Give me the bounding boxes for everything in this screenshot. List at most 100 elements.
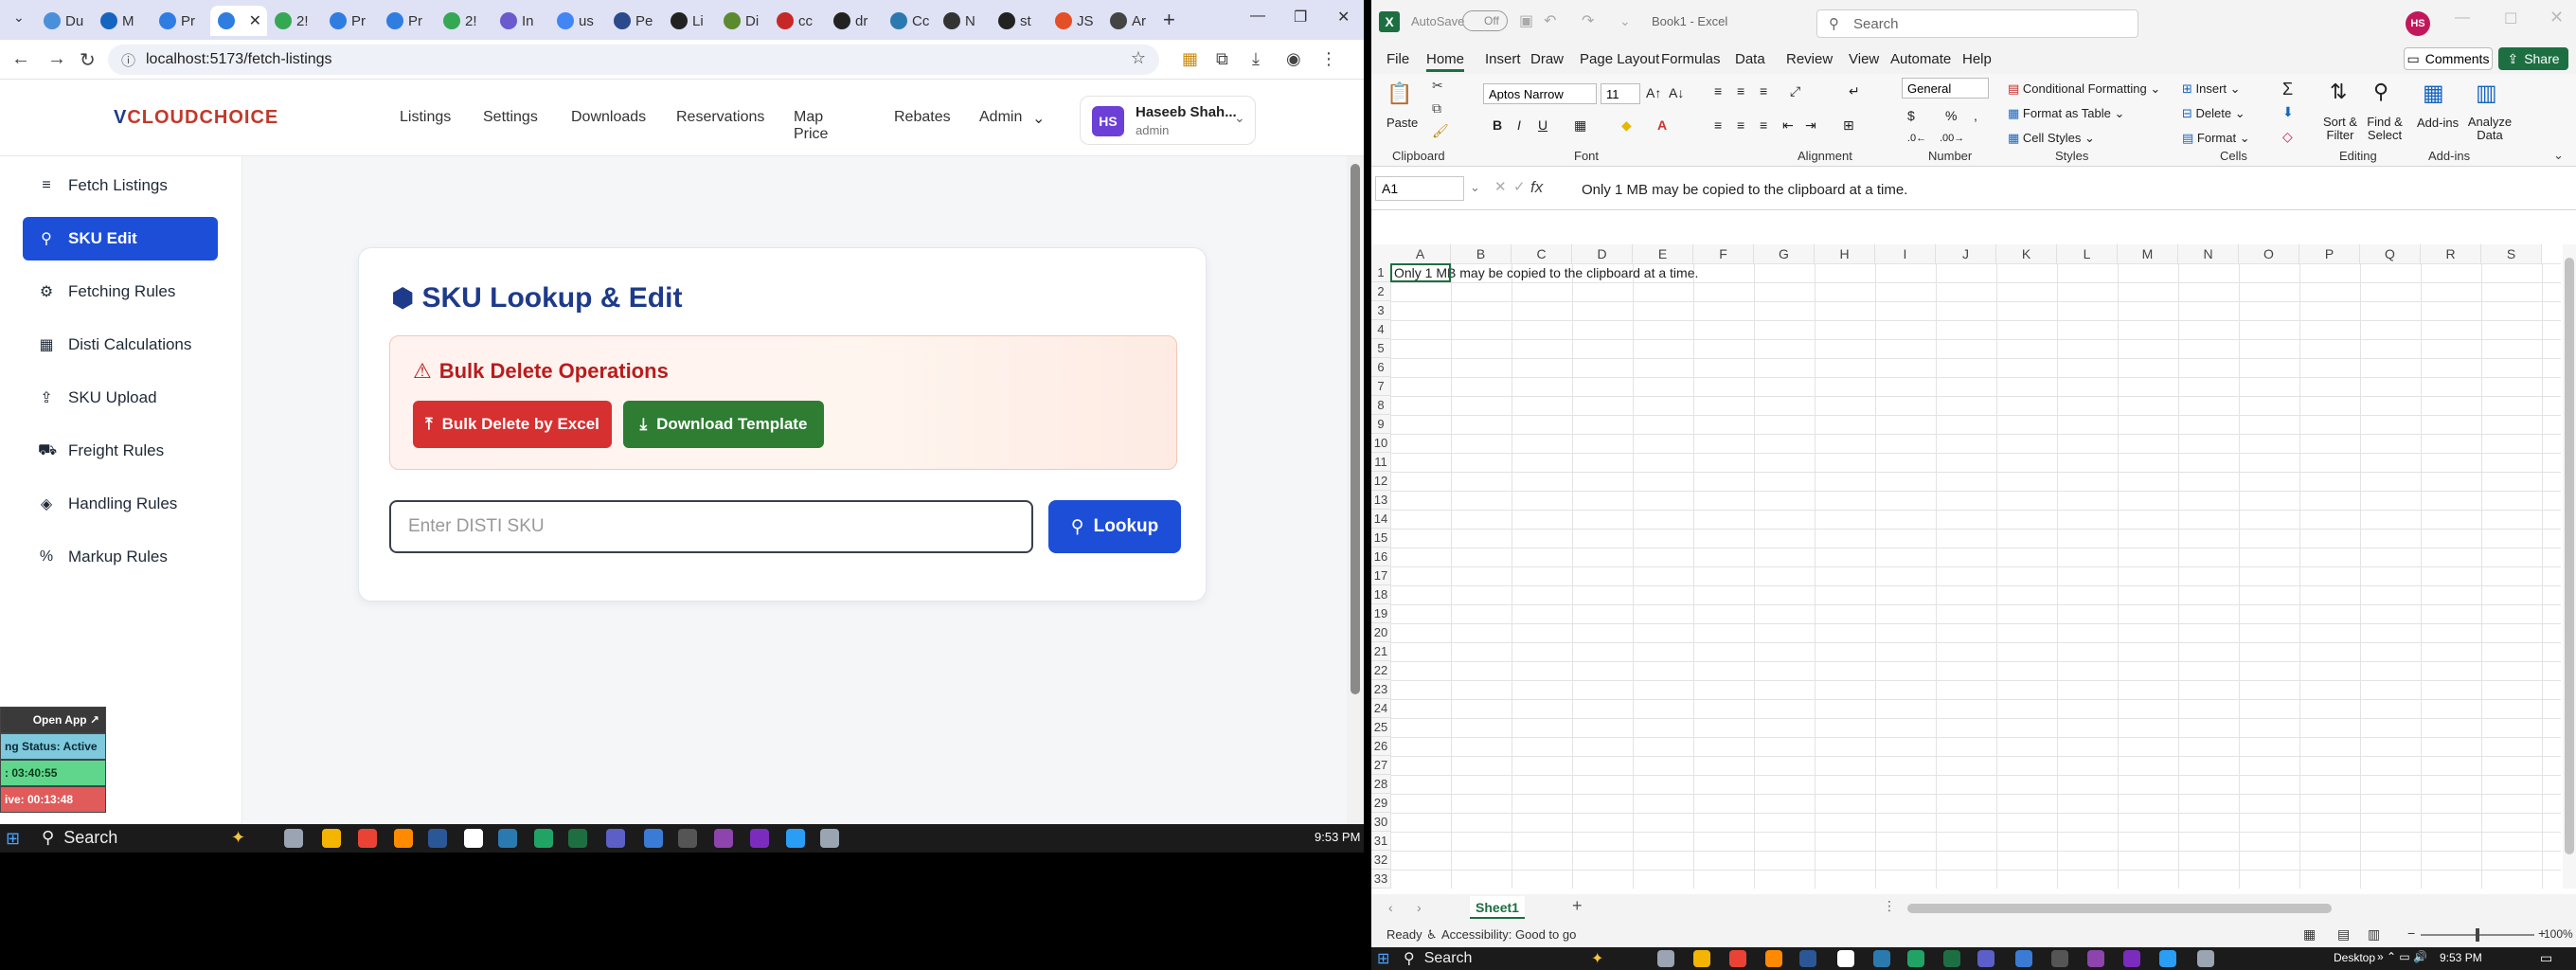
row-header[interactable]: 29 xyxy=(1371,794,1390,813)
taskbar-app-icon[interactable] xyxy=(1873,950,1890,967)
column-header[interactable]: R xyxy=(2421,244,2481,263)
taskbar-app-icon[interactable] xyxy=(1799,950,1816,967)
row-header[interactable]: 13 xyxy=(1371,491,1390,510)
row-header[interactable]: 19 xyxy=(1371,604,1390,623)
taskbar-app-icon[interactable] xyxy=(428,829,447,848)
column-header[interactable]: M xyxy=(2118,244,2178,263)
row-header[interactable]: 28 xyxy=(1371,775,1390,794)
row-header[interactable]: 21 xyxy=(1371,642,1390,661)
row-header[interactable]: 26 xyxy=(1371,737,1390,756)
row-header[interactable]: 14 xyxy=(1371,510,1390,529)
nav-link-settings[interactable]: Settings xyxy=(483,109,538,126)
taskbar-app-icon[interactable] xyxy=(2159,950,2176,967)
row-header[interactable]: 8 xyxy=(1371,396,1390,415)
row-header[interactable]: 25 xyxy=(1371,718,1390,737)
taskbar-app-icon[interactable] xyxy=(2087,950,2104,967)
quick-access-more-icon[interactable]: ⌄ xyxy=(1619,13,1631,29)
row-header[interactable]: 30 xyxy=(1371,813,1390,832)
select-all-corner[interactable] xyxy=(1371,244,1390,263)
spreadsheet-grid[interactable]: Only 1 MB may be copied to the clipboard… xyxy=(1371,244,2561,889)
taskbar-app-icon[interactable] xyxy=(1943,950,1960,967)
row-header[interactable]: 27 xyxy=(1371,756,1390,775)
column-header[interactable]: S xyxy=(2481,244,2542,263)
row-header[interactable]: 18 xyxy=(1371,585,1390,604)
ribbon-tab-home[interactable]: Home xyxy=(1426,51,1465,72)
formula-input[interactable]: Only 1 MB may be copied to the clipboard… xyxy=(1582,182,1907,198)
ribbon-tab-help[interactable]: Help xyxy=(1962,51,1992,67)
browser-tab[interactable]: Pr xyxy=(152,6,206,36)
column-header[interactable]: L xyxy=(2057,244,2118,263)
ribbon-tab-data[interactable]: Data xyxy=(1735,51,1765,67)
page-scrollbar[interactable] xyxy=(1347,156,1364,824)
taskbar-app-icon[interactable] xyxy=(394,829,413,848)
ribbon-tab-formulas[interactable]: Formulas xyxy=(1661,51,1721,67)
taskbar-app-icon[interactable] xyxy=(2197,950,2214,967)
scrollbar-thumb[interactable] xyxy=(1351,164,1360,694)
ribbon-tab-insert[interactable]: Insert xyxy=(1485,51,1521,67)
column-header[interactable]: I xyxy=(1875,244,1936,263)
row-header[interactable]: 7 xyxy=(1371,377,1390,396)
maximize-icon[interactable]: ❐ xyxy=(1294,8,1307,27)
cloudchoice-logo[interactable]: VCLOUDCHOICE xyxy=(114,107,278,129)
taskbar-app-icon[interactable] xyxy=(358,829,377,848)
reload-icon[interactable]: ↻ xyxy=(80,48,96,72)
site-info-icon[interactable]: ⓘ xyxy=(121,50,135,70)
browser-tab[interactable]: Pr xyxy=(379,6,434,36)
taskbar-app-icon[interactable] xyxy=(606,829,625,848)
sheet-tab[interactable]: Sheet1 xyxy=(1470,896,1525,919)
page-break-view-icon[interactable]: ▥ xyxy=(2368,926,2380,943)
column-header[interactable]: A xyxy=(1390,244,1451,263)
sidebar-item-sku-edit[interactable]: ⚲ SKU Edit xyxy=(23,217,218,260)
windows-start-icon[interactable]: ⊞ xyxy=(6,829,20,849)
taskbar-app-icon[interactable] xyxy=(1907,950,1924,967)
taskbar-app-icon[interactable] xyxy=(820,829,839,848)
nav-link-downloads[interactable]: Downloads xyxy=(571,109,646,126)
browser-tab[interactable]: Pr xyxy=(322,6,377,36)
row-header[interactable]: 12 xyxy=(1371,472,1390,491)
taskbar-search[interactable]: ⚲ Search xyxy=(42,828,117,848)
browser-tab[interactable]: us xyxy=(549,6,604,36)
redo-icon[interactable]: ↷ xyxy=(1582,11,1594,30)
zoom-out-icon[interactable]: − xyxy=(2407,925,2415,941)
browser-tab[interactable]: Li xyxy=(663,6,718,36)
accessibility-status[interactable]: Accessibility: Good to go xyxy=(1441,927,1576,942)
browser-tab[interactable]: 2! xyxy=(436,6,491,36)
browser-tab[interactable]: dr xyxy=(826,6,881,36)
function-icon[interactable]: fx xyxy=(1530,178,1543,197)
row-header[interactable]: 17 xyxy=(1371,566,1390,585)
forward-icon[interactable]: → xyxy=(47,48,66,70)
close-icon[interactable]: ✕ xyxy=(2549,8,2564,27)
row-header[interactable]: 5 xyxy=(1371,339,1390,358)
enter-icon[interactable]: ✓ xyxy=(1513,178,1526,195)
zoom-slider-handle[interactable] xyxy=(2476,928,2479,942)
tab-split-icon[interactable]: ⋮ xyxy=(1883,898,1896,914)
share-button[interactable]: ⇪ Share xyxy=(2498,47,2568,70)
column-header[interactable]: J xyxy=(1936,244,1996,263)
browser-tab[interactable]: Ar xyxy=(1102,6,1157,36)
save-icon[interactable]: ▣ xyxy=(1519,11,1533,30)
row-header[interactable]: 24 xyxy=(1371,699,1390,718)
excel-search-box[interactable]: ⚲ Search xyxy=(1816,9,2138,38)
column-header[interactable]: K xyxy=(1996,244,2057,263)
minimize-icon[interactable]: — xyxy=(1250,8,1265,25)
download-icon[interactable]: ⤓ xyxy=(1252,49,1260,69)
url-input[interactable]: ⓘ localhost:5173/fetch-listings ☆ xyxy=(108,45,1159,75)
bookmark-star-icon[interactable]: ☆ xyxy=(1131,48,1146,68)
taskbar-app-icon[interactable] xyxy=(1837,950,1854,967)
column-header[interactable]: P xyxy=(2299,244,2360,263)
sidebar-item-freight-rules[interactable]: ⛟ Freight Rules xyxy=(23,429,218,473)
browser-tab[interactable]: M xyxy=(93,6,148,36)
column-header[interactable]: C xyxy=(1512,244,1572,263)
taskbar-app-icon[interactable] xyxy=(678,829,697,848)
taskbar-app-icon[interactable] xyxy=(2051,950,2068,967)
cancel-icon[interactable]: ✕ xyxy=(1494,178,1507,195)
column-header[interactable]: Q xyxy=(2360,244,2421,263)
column-header[interactable]: G xyxy=(1754,244,1815,263)
zoom-level[interactable]: 100% xyxy=(2544,927,2573,941)
horizontal-scroll-thumb[interactable] xyxy=(1907,904,2332,913)
taskbar-app-icon[interactable] xyxy=(1693,950,1710,967)
taskbar-app-icon[interactable] xyxy=(498,829,517,848)
browser-tab[interactable]: 2! xyxy=(267,6,322,36)
taskbar-app-icon[interactable] xyxy=(1729,950,1746,967)
browser-tab[interactable]: cc xyxy=(769,6,824,36)
